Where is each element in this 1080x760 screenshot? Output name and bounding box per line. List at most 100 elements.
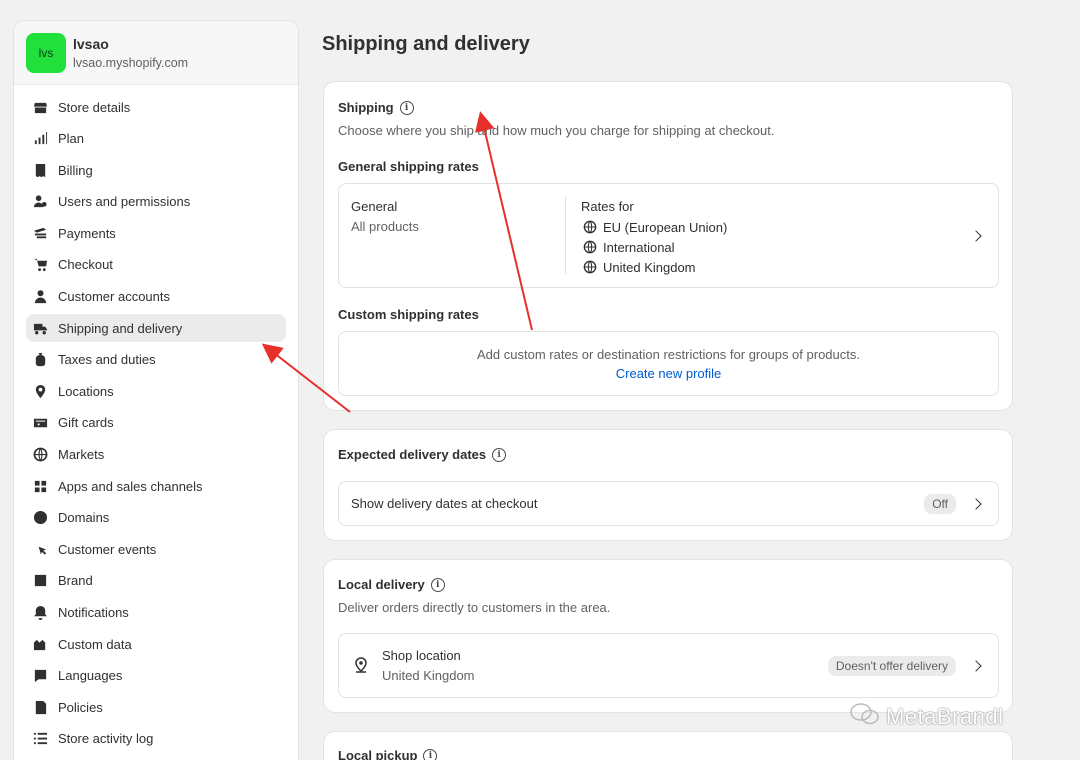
globe-icon: [583, 240, 597, 254]
cursor-click-icon: [32, 541, 48, 557]
local-delivery-title: Local delivery i: [338, 577, 445, 592]
person-icon: [32, 289, 48, 305]
sidebar-item-billing[interactable]: Billing: [26, 156, 286, 184]
language-icon: [32, 668, 48, 684]
list-icon: [32, 731, 48, 747]
delivery-dates-row[interactable]: Show delivery dates at checkout Off: [338, 481, 999, 526]
gift-card-icon: [32, 415, 48, 431]
sidebar-item-shipping-and-delivery[interactable]: Shipping and delivery: [26, 314, 286, 343]
store-avatar: lvs: [26, 32, 66, 73]
general-profile-scope: All products: [351, 219, 419, 234]
general-profile-row[interactable]: General All products Rates for EU (Europ…: [338, 183, 999, 288]
status-badge: Doesn't offer delivery: [827, 656, 956, 676]
store-icon: [32, 99, 48, 115]
shipping-card: Shipping i Choose where you ship and how…: [323, 81, 1013, 411]
location-pin-icon: [32, 383, 48, 399]
plan-chart-icon: [32, 131, 48, 147]
local-delivery-description: Deliver orders directly to customers in …: [338, 600, 611, 615]
store-name: lvsao: [73, 35, 109, 52]
watermark-text: MetaBrandl: [886, 704, 1004, 729]
custom-data-icon: [32, 636, 48, 652]
store-header[interactable]: lvs lvsao lvsao.myshopify.com: [14, 21, 298, 85]
expected-delivery-title-text: Expected delivery dates: [338, 447, 487, 462]
domains-globe-icon: [32, 510, 48, 526]
shop-location-row[interactable]: Shop location United Kingdom Doesn't off…: [338, 633, 999, 698]
info-icon[interactable]: i: [423, 748, 438, 760]
sidebar-item-custom-data[interactable]: Custom data: [26, 630, 286, 658]
sidebar-item-label: Shipping and delivery: [58, 320, 183, 336]
sidebar-item-markets[interactable]: Markets: [26, 441, 286, 469]
location-country: United Kingdom: [382, 668, 475, 683]
globe-icon: [583, 220, 597, 234]
region-list: EU (European Union) International United K…: [583, 218, 727, 278]
local-pickup-title: Local pickup i: [338, 748, 438, 760]
settings-nav: Store details Plan Billing Users and permis…: [14, 85, 298, 760]
custom-rates-title: Custom shipping rates: [338, 307, 479, 322]
sidebar-item-label: Taxes and duties: [58, 352, 156, 368]
brand-icon: [32, 573, 48, 589]
sidebar-item-label: Customer accounts: [58, 289, 170, 305]
sidebar-item-label: Policies: [58, 699, 103, 715]
sidebar-item-customer-accounts[interactable]: Customer accounts: [26, 283, 286, 311]
sidebar-item-apps-and-sales-channels[interactable]: Apps and sales channels: [26, 472, 286, 500]
region-name: United Kingdom: [603, 260, 696, 275]
sidebar-item-store-details[interactable]: Store details: [26, 93, 286, 121]
wechat-icon: [850, 702, 880, 732]
sidebar-item-locations[interactable]: Locations: [26, 377, 286, 405]
sidebar-item-label: Notifications: [58, 605, 129, 620]
info-icon[interactable]: i: [492, 447, 507, 462]
sidebar-item-label: Plan: [58, 131, 85, 147]
sidebar-item-users-and-permissions[interactable]: Users and permissions: [26, 188, 286, 216]
chevron-right-icon: [970, 660, 982, 672]
sidebar-item-gift-cards[interactable]: Gift cards: [26, 409, 286, 437]
users-icon: [32, 194, 48, 210]
sidebar-item-label: Users and permissions: [58, 194, 191, 210]
sidebar-item-label: Store activity log: [58, 731, 154, 747]
globe-icon: [583, 260, 597, 274]
delivery-dates-label: Show delivery dates at checkout: [351, 496, 538, 511]
sidebar-item-label: Billing: [58, 162, 93, 178]
policies-icon: [32, 699, 48, 715]
shipping-title: Shipping i: [338, 100, 414, 115]
info-icon[interactable]: i: [430, 577, 445, 592]
sidebar-item-notifications[interactable]: Notifications: [26, 599, 286, 627]
billing-receipt-icon: [32, 162, 48, 178]
sidebar-item-languages[interactable]: Languages: [26, 662, 286, 690]
create-profile-link[interactable]: Create new profile: [616, 366, 722, 381]
info-icon[interactable]: i: [399, 100, 414, 115]
custom-rates-text: Add custom rates or destination restrict…: [477, 347, 860, 362]
divider: [565, 196, 566, 274]
bell-icon: [32, 605, 48, 621]
expected-delivery-card: Expected delivery dates i Show delivery …: [323, 429, 1013, 541]
expected-delivery-title: Expected delivery dates i: [338, 447, 507, 462]
region-item: United Kingdom: [583, 258, 727, 278]
sidebar-item-label: Payments: [58, 225, 116, 241]
truck-icon: [32, 320, 48, 336]
sidebar-item-brand[interactable]: Brand: [26, 567, 286, 595]
sidebar-item-domains[interactable]: Domains: [26, 504, 286, 532]
local-pickup-title-text: Local pickup: [338, 748, 418, 760]
region-item: EU (European Union): [583, 218, 727, 238]
sidebar-item-policies[interactable]: Policies: [26, 693, 286, 721]
sidebar-item-checkout[interactable]: Checkout: [26, 251, 286, 279]
sidebar-item-payments[interactable]: Payments: [26, 219, 286, 247]
settings-sidebar: lvs lvsao lvsao.myshopify.com Store deta…: [13, 20, 299, 760]
sidebar-item-plan[interactable]: Plan: [26, 125, 286, 153]
apps-grid-icon: [32, 478, 48, 494]
page-title: Shipping and delivery: [322, 33, 530, 55]
sidebar-item-label: Domains: [58, 510, 110, 526]
markets-globe-icon: [32, 447, 48, 463]
location-pin-icon: [354, 657, 368, 678]
shipping-title-text: Shipping: [338, 100, 394, 115]
sidebar-item-store-activity-log[interactable]: Store activity log: [26, 725, 286, 753]
sidebar-item-taxes-and-duties[interactable]: Taxes and duties: [26, 346, 286, 374]
sidebar-item-label: Customer events: [58, 541, 157, 557]
sidebar-item-label: Gift cards: [58, 415, 114, 431]
region-item: International: [583, 238, 727, 258]
local-delivery-card: Local delivery i Deliver orders directly…: [323, 559, 1013, 713]
cart-icon: [32, 257, 48, 273]
sidebar-item-customer-events[interactable]: Customer events: [26, 535, 286, 563]
sidebar-item-label: Checkout: [58, 257, 113, 273]
general-profile-name: General: [351, 199, 398, 214]
sidebar-item-label: Languages: [58, 668, 123, 684]
